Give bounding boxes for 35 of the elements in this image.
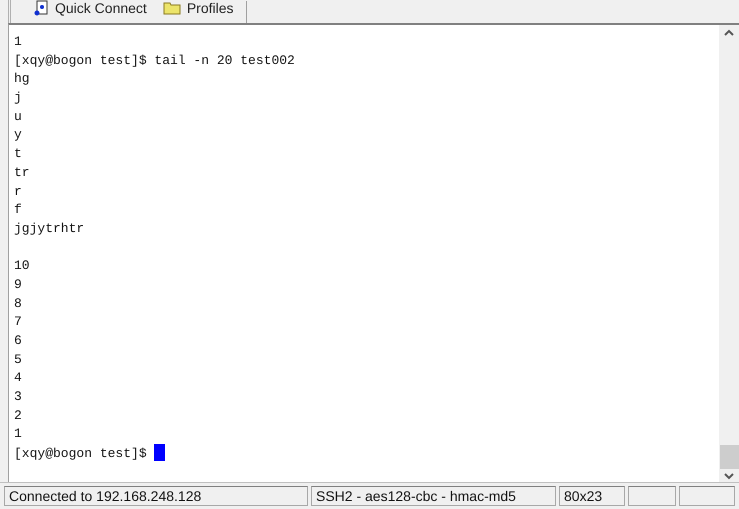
- terminal-size-status: 80x23: [559, 486, 625, 506]
- quick-connect-icon: [33, 0, 49, 16]
- protocol-status: SSH2 - aes128-cbc - hmac-md5: [311, 486, 556, 506]
- output-line: r: [14, 184, 22, 198]
- output-line: tr: [14, 164, 30, 180]
- scroll-thumb[interactable]: [720, 445, 738, 469]
- output-line: 7: [14, 314, 22, 330]
- output-line: jgjytrhtr: [14, 220, 84, 236]
- prompt-line: [xqy@bogon test]$ tail -n 20 test002: [14, 52, 295, 68]
- output-line: 10: [14, 258, 30, 274]
- output-line: t: [14, 146, 22, 162]
- output-line: 1: [14, 34, 22, 49]
- output-line: 5: [14, 352, 22, 367]
- output-line: j: [14, 90, 22, 106]
- quick-connect-button[interactable]: Quick Connect: [33, 0, 147, 16]
- scroll-down-icon[interactable]: [724, 473, 734, 480]
- output-line: y: [14, 127, 22, 142]
- output-line: 1: [14, 426, 22, 442]
- output-line: 9: [14, 276, 22, 292]
- output-line: f: [14, 202, 22, 218]
- output-line: 4: [14, 370, 22, 386]
- scrollbar[interactable]: [719, 25, 739, 482]
- prompt-line: [xqy@bogon test]$: [14, 446, 148, 462]
- output-line: 6: [14, 333, 22, 348]
- output-line: 2: [14, 408, 22, 423]
- output-line: 8: [14, 296, 22, 311]
- output-line: u: [14, 108, 22, 124]
- output-line: 3: [14, 389, 22, 404]
- folder-icon: [162, 1, 181, 15]
- status-pane: [679, 486, 735, 506]
- profiles-button[interactable]: Profiles: [162, 0, 234, 16]
- connection-status: Connected to 192.168.248.128: [4, 486, 308, 506]
- output-line: hg: [14, 71, 30, 86]
- status-pane: [628, 486, 676, 506]
- scroll-up-icon[interactable]: [724, 29, 734, 36]
